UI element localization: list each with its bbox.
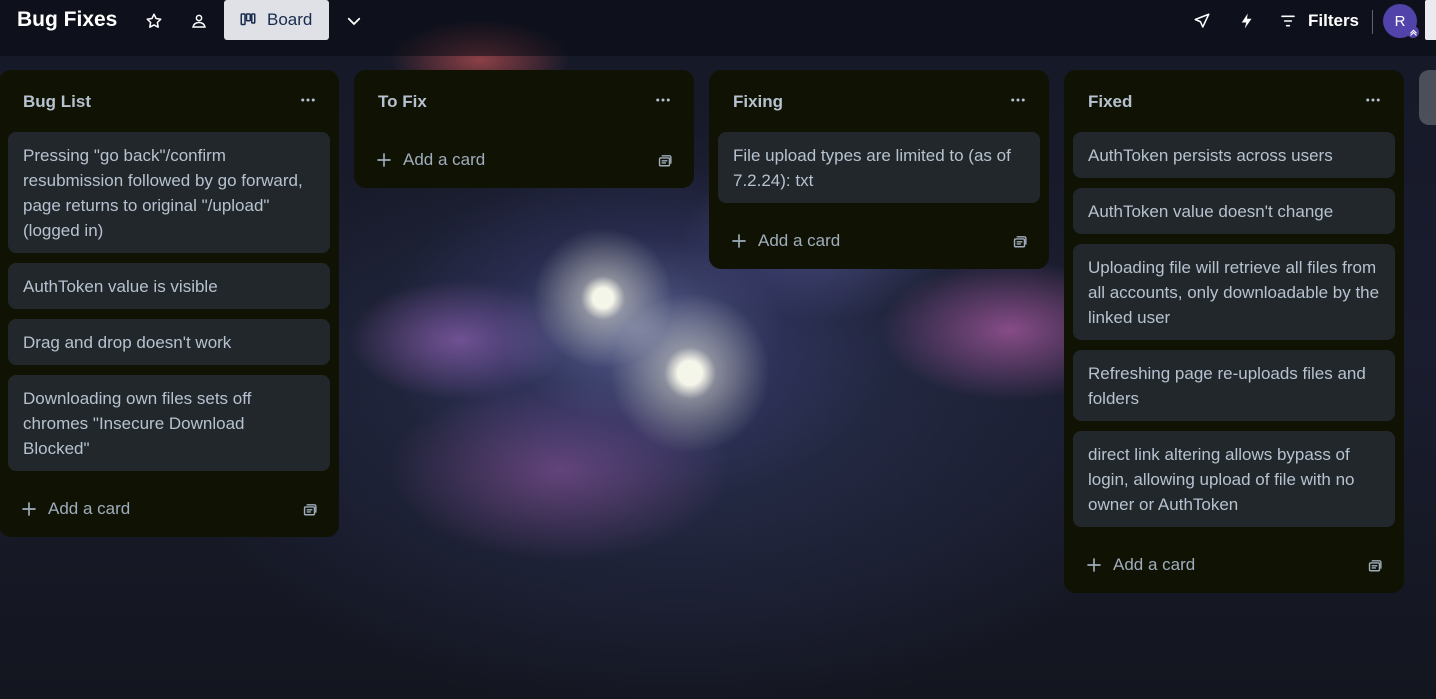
add-list-edge[interactable] [1419, 70, 1436, 125]
list-card[interactable]: AuthToken persists across users [1073, 132, 1395, 178]
list-fixing: Fixing File upload types are limited to … [709, 70, 1049, 269]
avatar[interactable]: R [1383, 4, 1419, 38]
add-card-button[interactable]: Add a card [730, 231, 840, 251]
visibility-icon[interactable] [188, 10, 210, 32]
avatar-initial: R [1394, 12, 1406, 30]
filters-label: Filters [1308, 11, 1360, 30]
list-to-fix: To Fix Add a card [354, 70, 694, 188]
board-view-button[interactable]: Board [224, 0, 329, 40]
list-title[interactable]: Fixing [733, 92, 783, 112]
more-icon[interactable] [652, 90, 674, 110]
list-card[interactable]: AuthToken value doesn't change [1073, 188, 1395, 234]
add-card-button[interactable]: Add a card [375, 150, 485, 170]
share-send-icon[interactable] [1191, 10, 1213, 32]
board-header: Bug Fixes Board Filters R [0, 0, 1436, 56]
plus-icon [732, 234, 746, 248]
card-template-icon[interactable] [299, 500, 319, 520]
board-title[interactable]: Bug Fixes [17, 8, 117, 32]
add-card-row: Add a card [0, 481, 339, 537]
plus-icon [1087, 558, 1101, 572]
add-card-label: Add a card [758, 231, 841, 250]
more-icon[interactable] [1362, 90, 1384, 110]
list-card[interactable]: direct link altering allows bypass of lo… [1073, 431, 1395, 527]
add-card-row: Add a card [709, 213, 1049, 269]
list-card[interactable]: Pressing "go back"/confirm resubmission … [8, 132, 330, 253]
star-icon[interactable] [143, 10, 165, 32]
card-template-icon[interactable] [654, 151, 674, 171]
list-card[interactable]: Refreshing page re-uploads files and fol… [1073, 350, 1395, 421]
plus-icon [22, 502, 36, 516]
filters-button[interactable]: Filters [1280, 8, 1359, 34]
header-edge-button[interactable] [1425, 0, 1436, 40]
admin-badge-icon [1407, 26, 1419, 38]
header-divider [1372, 10, 1373, 34]
add-card-row: Add a card [1064, 537, 1404, 593]
list-card[interactable]: Downloading own files sets off chromes "… [8, 375, 330, 471]
list-header: Fixing [709, 70, 1049, 132]
list-title[interactable]: To Fix [378, 92, 427, 112]
more-icon[interactable] [297, 90, 319, 110]
list-card[interactable]: File upload types are limited to (as of … [718, 132, 1040, 203]
list-card[interactable]: AuthToken value is visible [8, 263, 330, 309]
plus-icon [377, 153, 391, 167]
more-icon[interactable] [1007, 90, 1029, 110]
list-bug-list: Bug List Pressing "go back"/confirm resu… [0, 70, 339, 537]
add-card-row: Add a card [354, 132, 694, 188]
add-card-label: Add a card [1113, 555, 1196, 574]
automation-bolt-icon[interactable] [1236, 10, 1258, 32]
list-card[interactable]: Uploading file will retrieve all files f… [1073, 244, 1395, 340]
list-header: Fixed [1064, 70, 1404, 132]
list-title[interactable]: Fixed [1088, 92, 1132, 112]
card-template-icon[interactable] [1364, 556, 1384, 576]
list-card[interactable]: Drag and drop doesn't work [8, 319, 330, 365]
filter-icon [1281, 15, 1295, 27]
add-card-button[interactable]: Add a card [20, 499, 130, 519]
board-view-label: Board [267, 10, 313, 29]
list-header: To Fix [354, 70, 694, 132]
add-card-label: Add a card [48, 499, 131, 518]
board-icon [240, 13, 256, 26]
list-fixed: Fixed AuthToken persists across users Au… [1064, 70, 1404, 593]
list-header: Bug List [0, 70, 339, 132]
chevron-down-icon[interactable] [343, 10, 365, 32]
add-card-button[interactable]: Add a card [1085, 555, 1195, 575]
add-card-label: Add a card [403, 150, 486, 169]
card-template-icon[interactable] [1009, 232, 1029, 252]
list-title[interactable]: Bug List [23, 92, 91, 112]
